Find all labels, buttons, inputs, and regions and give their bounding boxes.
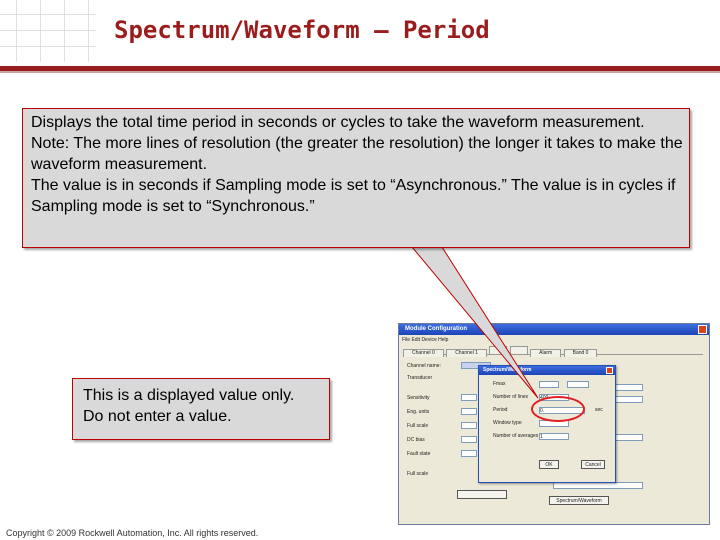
callout-pointer — [410, 246, 539, 399]
description-callout: Displays the total time period in second… — [22, 108, 690, 248]
callout-text: The value is in seconds if Sampling mode… — [31, 177, 676, 215]
note-text: Do not enter a value. — [83, 408, 232, 425]
note-text: This is a displayed value only. — [83, 387, 295, 404]
callout-text: Displays the total time period in second… — [31, 114, 645, 131]
copyright-footer: Copyright © 2009 Rockwell Automation, In… — [6, 528, 259, 538]
note-callout: This is a displayed value only. Do not e… — [72, 378, 330, 440]
callout-text: Note: The more lines of resolution (the … — [31, 135, 683, 173]
